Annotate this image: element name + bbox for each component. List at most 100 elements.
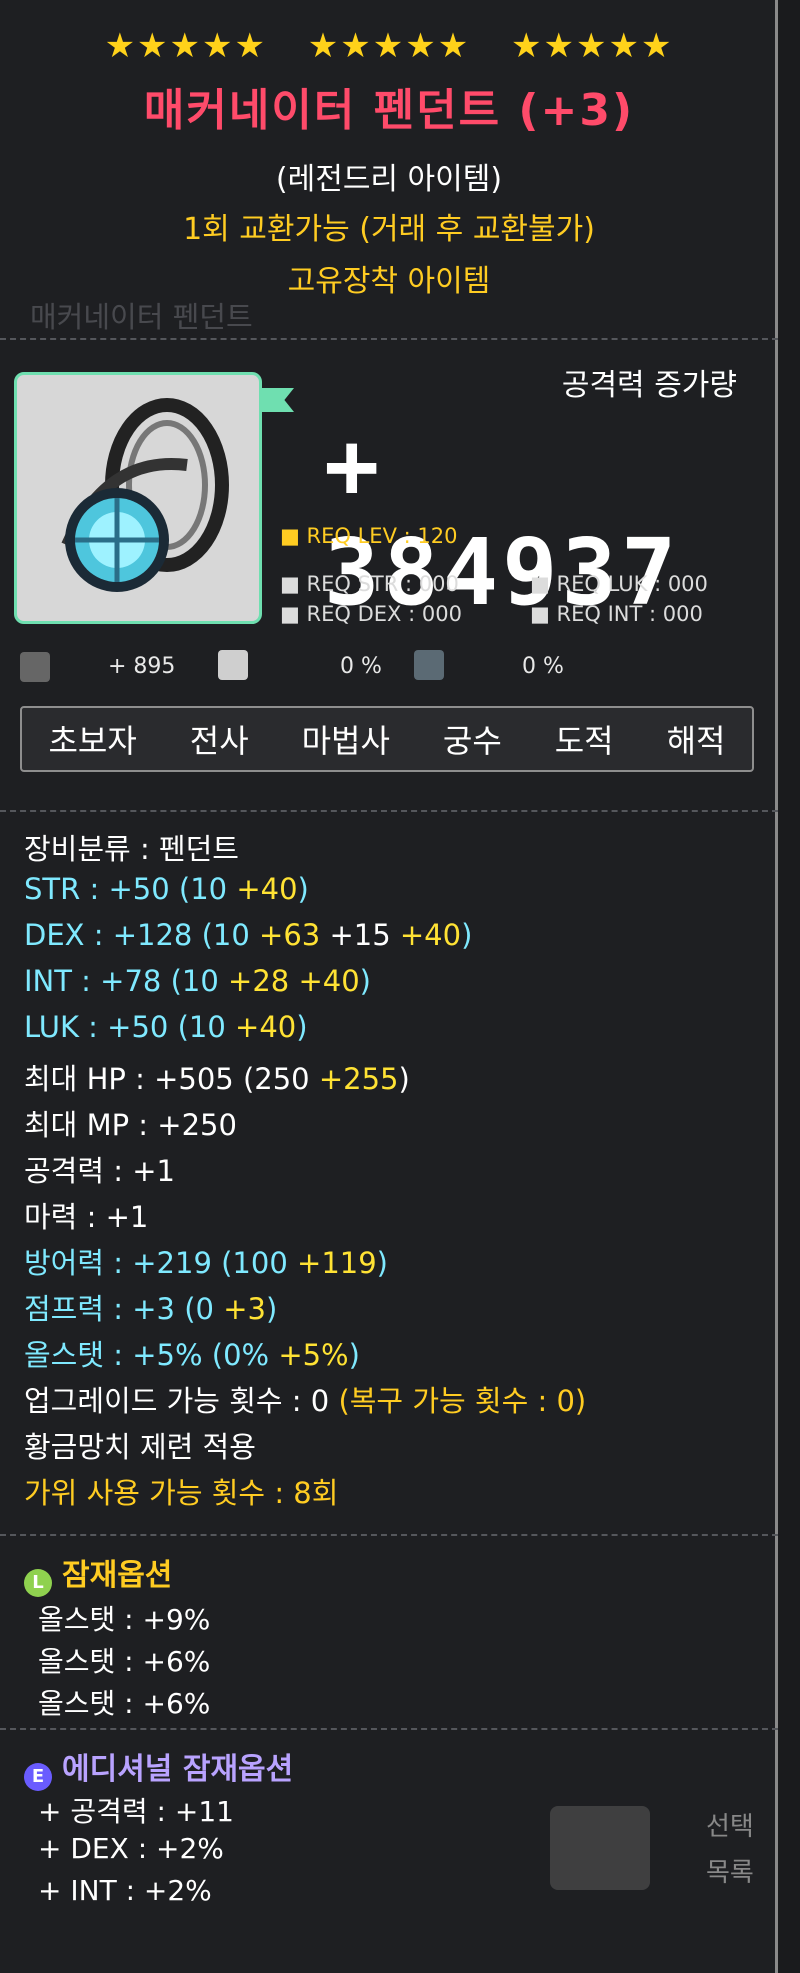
- item-tooltip: ★★★★★ ★★★★★ ★★★★★ 매커네이터 펜던트 (+3) (레전드리 아…: [0, 0, 778, 1973]
- stat-text: 업그레이드 가능 횟수 : 0: [24, 1384, 339, 1418]
- stat-jump: 점프력 : +3 (0 +3): [24, 1286, 277, 1328]
- stat-tail: ): [398, 1062, 410, 1096]
- scissors-count: 가위 사용 가능 횟수 : 8회: [24, 1470, 338, 1512]
- side-text-select: 선택: [706, 1812, 754, 1842]
- divider: [0, 1534, 778, 1536]
- stat-defense: 방어력 : +219 (100 +119): [24, 1240, 388, 1282]
- stat-tail: ): [461, 918, 473, 952]
- stat-text: 황금망치 제련 적용: [24, 1430, 256, 1464]
- stat-str: STR : +50 (10 +40): [24, 872, 309, 906]
- stat-bonus: +40: [235, 1010, 297, 1044]
- additional-potential-header: E 에디셔널 잠재옵션: [24, 1744, 293, 1791]
- req-int-text: REQ INT : 000: [556, 602, 703, 626]
- potential-line: 올스탯 : +9%: [38, 1603, 211, 1636]
- misc-value-1: + 895: [108, 654, 176, 679]
- stat-dex: DEX : +128 (10 +63 +15 +40): [24, 918, 472, 952]
- potential-header: L 잠재옵션: [24, 1550, 172, 1597]
- job-warrior: 전사: [189, 722, 249, 760]
- star-group-2: ★★★★★: [307, 26, 471, 66]
- divider: [0, 1728, 778, 1730]
- req-dex-text: REQ DEX : 000: [306, 602, 462, 626]
- stat-luk: LUK : +50 (10 +40): [24, 1010, 308, 1044]
- stat-allstat: 올스탯 : +5% (0% +5%): [24, 1332, 360, 1374]
- side-text-list: 목록: [706, 1858, 754, 1888]
- star-group-1: ★★★★★: [104, 26, 267, 66]
- req-str-text: REQ STR : 000: [306, 572, 459, 596]
- stat-text: 마력 : +1: [24, 1200, 149, 1234]
- golden-hammer: 황금망치 제련 적용: [24, 1424, 256, 1466]
- restore-count: (복구 가능 횟수 : 0): [338, 1384, 587, 1418]
- req-level: ■ REQ LEV : 120: [280, 524, 457, 548]
- stat-tail: ): [297, 872, 309, 906]
- ignore-defense-icon: [218, 650, 248, 680]
- stat-int: INT : +78 (10 +28 +40): [24, 964, 371, 998]
- lock-icon: [550, 1806, 650, 1890]
- additional-line: + 공격력 : +11: [38, 1795, 234, 1828]
- stat-bonus: +119: [297, 1246, 377, 1280]
- stat-tail: ): [348, 1338, 360, 1372]
- divider: [0, 338, 778, 340]
- stat-attack: 공격력 : +1: [24, 1148, 175, 1190]
- req-int: ■ REQ INT : 000: [530, 602, 703, 626]
- divider: [0, 810, 778, 812]
- legendary-badge-icon: L: [24, 1569, 52, 1597]
- job-magician: 마법사: [301, 722, 390, 760]
- star-force-row: ★★★★★ ★★★★★ ★★★★★: [0, 26, 778, 66]
- job-pirate: 해적: [666, 722, 726, 760]
- stat-text: 최대 MP : +250: [24, 1108, 237, 1142]
- potential-line: 올스탯 : +6%: [38, 1645, 211, 1678]
- ghost-name: 매커네이터 펜던트: [30, 300, 253, 334]
- job-thief: 도적: [554, 722, 614, 760]
- shield-icon: [414, 650, 444, 680]
- stat-text: 올스탯 : +5% (0%: [24, 1338, 279, 1372]
- stat-magic: 마력 : +1: [24, 1194, 148, 1236]
- job-archer: 궁수: [442, 722, 502, 760]
- stat-bonus: +5%: [278, 1338, 349, 1372]
- attack-increase-label: 공격력 증가량: [561, 368, 737, 403]
- stat-text: DEX : +128 (10: [24, 918, 260, 952]
- pendant-icon: [61, 398, 229, 592]
- bullet-icon: ■: [280, 602, 307, 626]
- stat-text: 공격력 : +1: [24, 1154, 175, 1188]
- stat-bonus: +3: [223, 1292, 266, 1326]
- trade-status: 1회 교환가능 (거래 후 교환불가): [183, 212, 595, 247]
- stat-bonus: +255: [318, 1062, 399, 1096]
- stat-tail: ): [359, 964, 371, 998]
- potential-line: 올스탯 : +6%: [38, 1687, 211, 1720]
- stat-text: 방어력 : +219 (100: [24, 1246, 298, 1280]
- req-luk: ■ REQ LUK : 000: [530, 572, 708, 596]
- bullet-icon: ■: [530, 602, 557, 626]
- job-requirements: 초보자 전사 마법사 궁수 도적 해적: [20, 706, 754, 772]
- item-title: 매커네이터 펜던트 (+3): [143, 85, 635, 136]
- equip-category: 장비분류 : 펜던트: [24, 832, 239, 866]
- item-icon-frame: [14, 372, 262, 624]
- stat-mp: 최대 MP : +250: [24, 1102, 237, 1144]
- stat-bonus: +28 +40: [228, 964, 360, 998]
- bullet-icon: ■: [530, 572, 557, 596]
- epic-badge-icon: E: [24, 1763, 52, 1791]
- stat-text: STR : +50 (10: [24, 872, 237, 906]
- stat-star-bonus: +15: [329, 918, 400, 952]
- req-str: ■ REQ STR : 000: [280, 572, 459, 596]
- stat-hp: 최대 HP : +505 (250 +255): [24, 1056, 410, 1098]
- additional-line: + INT : +2%: [38, 1874, 212, 1907]
- misc-value-2: 0 %: [340, 654, 382, 679]
- job-beginner: 초보자: [48, 722, 137, 760]
- req-luk-text: REQ LUK : 000: [556, 572, 708, 596]
- potential-title: 잠재옵션: [62, 1558, 173, 1593]
- item-grade: (레전드리 아이템): [275, 162, 503, 197]
- star-group-3: ★★★★★: [511, 26, 674, 66]
- misc-value-3: 0 %: [522, 654, 564, 679]
- req-dex: ■ REQ DEX : 000: [280, 602, 462, 626]
- stat-tail: ): [265, 1292, 278, 1326]
- stat-text: 최대 HP : +505 (250: [24, 1062, 319, 1096]
- growth-icon: [20, 652, 50, 682]
- additional-title: 에디셔널 잠재옵션: [62, 1752, 294, 1787]
- flag-icon: [262, 388, 294, 412]
- stat-bonus: +63: [259, 918, 330, 952]
- req-level-text: REQ LEV : 120: [306, 524, 458, 548]
- stat-text: INT : +78 (10: [24, 964, 229, 998]
- stat-tail: ): [296, 1010, 308, 1044]
- stat-bonus: +40: [399, 918, 462, 952]
- stat-text: 점프력 : +3 (0: [24, 1292, 224, 1326]
